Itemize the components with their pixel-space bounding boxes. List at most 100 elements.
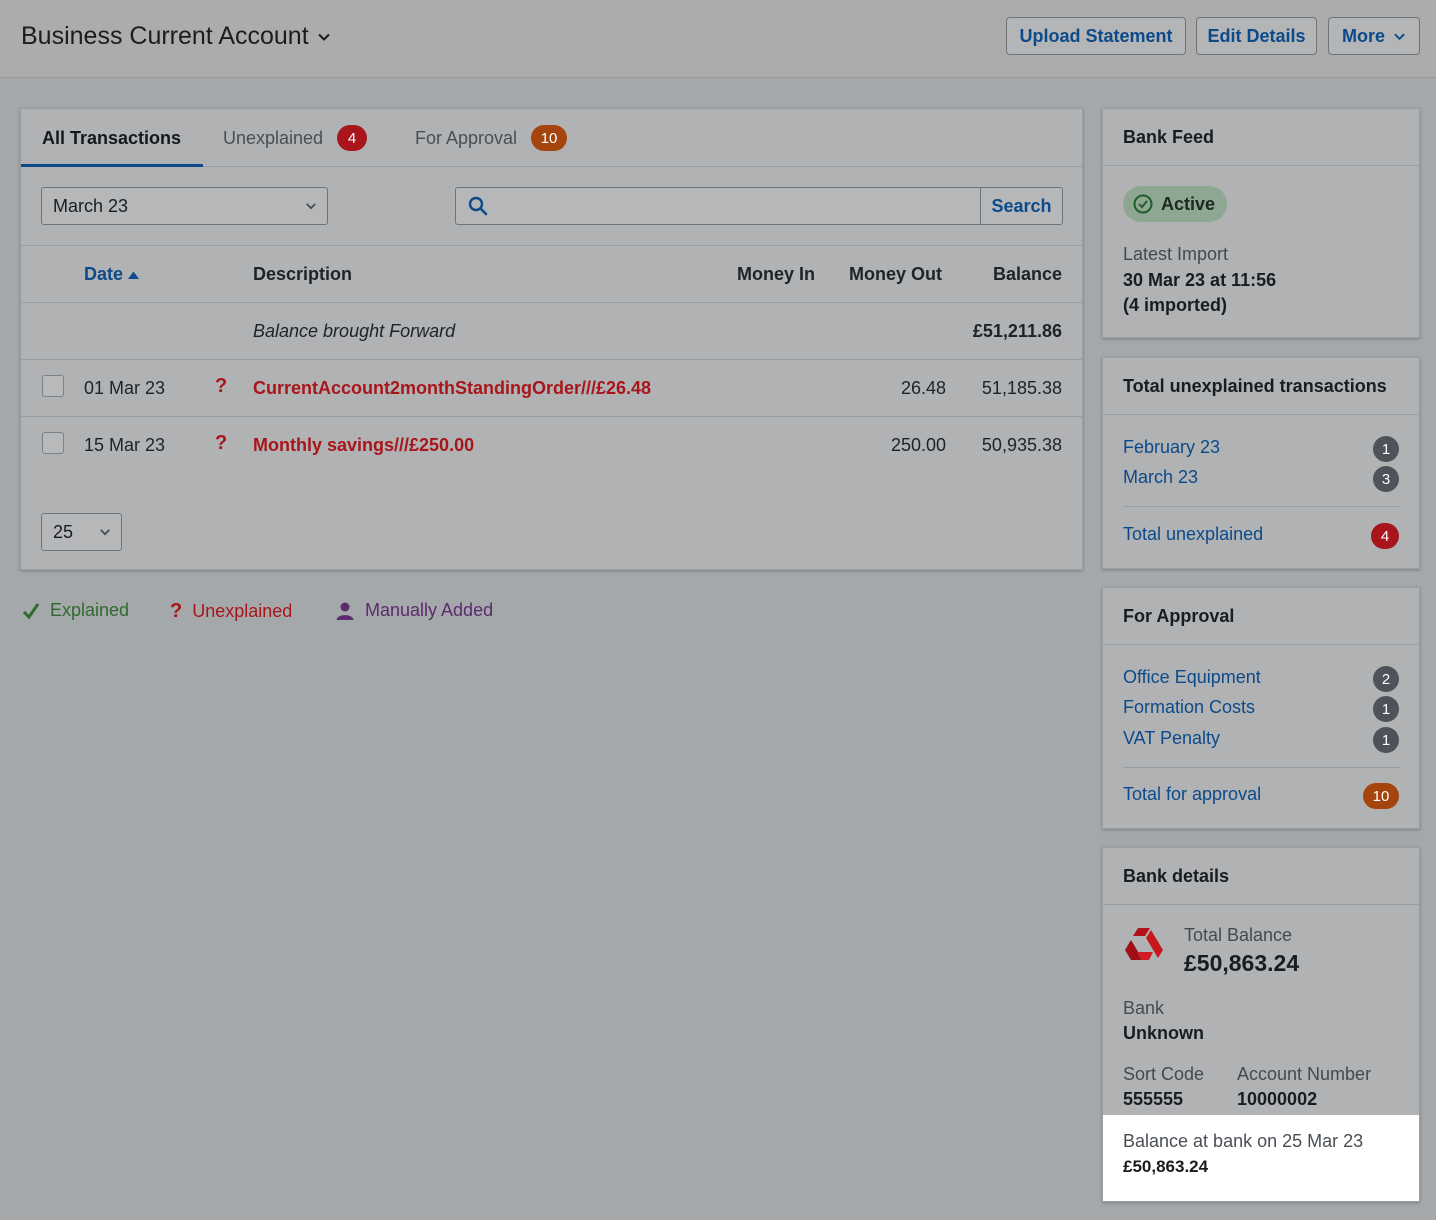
balance-at-bank-section: Balance at bank on 25 Mar 23 £50,863.24 [1103,1115,1419,1201]
balance-brought-forward-value: £51,211.86 [972,321,1062,341]
search-box: Search [455,187,1063,225]
bank-label: Bank [1123,998,1165,1018]
row-balance: 51,185.38 [981,378,1062,398]
total-balance-value: £50,863.24 [1184,950,1300,976]
divider [1103,165,1419,166]
month-select-value: March 23 [53,195,129,216]
divider [21,245,1082,246]
total-for-approval-link[interactable]: Total for approval [1123,784,1261,805]
account-selector[interactable]: Business Current Account [21,22,331,51]
more-button[interactable]: More [1328,17,1420,55]
approval-category-link[interactable]: Office Equipment [1123,667,1261,688]
unexplained-count-badge: 4 [337,125,368,151]
tab-for-approval[interactable]: For Approval 10 [415,109,568,167]
edit-details-button[interactable]: Edit Details [1196,17,1317,55]
search-button[interactable]: Search [980,188,1062,224]
approval-count-badge: 10 [531,125,568,151]
check-icon [22,602,40,619]
approval-category-link[interactable]: VAT Penalty [1123,728,1220,749]
unexplained-panel: Total unexplained transactions February … [1102,357,1420,569]
tab-unexplained[interactable]: Unexplained 4 [223,109,368,167]
legend-unexplained: ? Unexplained [170,600,292,623]
chevron-down-icon [100,529,110,536]
legend-manual-label: Manually Added [365,600,494,620]
divider [1103,904,1419,905]
sort-asc-icon [128,271,140,279]
row-date: 01 Mar 23 [84,378,166,398]
upload-statement-button[interactable]: Upload Statement [1006,17,1186,55]
unexplained-month-link[interactable]: March 23 [1123,467,1198,488]
latest-import-value: 30 Mar 23 at 11:56 [1123,270,1277,290]
status-badge: Active [1123,186,1228,222]
row-description-link[interactable]: CurrentAccount2monthStandingOrder///£26.… [253,378,651,399]
account-title: Business Current Account [21,22,309,50]
question-icon: ? [215,375,228,397]
month-select[interactable]: March 23 [41,187,328,225]
row-description-link[interactable]: Monthly savings///£250.00 [253,435,474,456]
search-icon [468,196,488,216]
divider [1123,506,1401,507]
chevron-down-icon [317,33,330,41]
bank-feed-panel: Bank Feed Active Latest Import 30 Mar 23… [1102,108,1420,338]
bank-value: Unknown [1123,1023,1204,1043]
bank-feed-title: Bank Feed [1123,126,1215,147]
legend-explained-label: Explained [50,600,130,620]
row-money-out: 26.48 [900,378,946,398]
tab-all-label: All Transactions [42,127,182,148]
legend-explained: Explained [22,600,129,621]
transaction-tabs: All Transactions Unexplained 4 For Appro… [21,109,1082,167]
row-money-out: 250.00 [890,435,946,455]
count-badge: 3 [1373,466,1399,492]
date-column-header[interactable]: Date [84,264,140,285]
chevron-down-icon [1394,33,1405,40]
row-checkbox[interactable] [42,375,64,397]
count-badge: 1 [1373,436,1399,462]
upload-statement-label: Upload Statement [1019,25,1173,46]
latest-import-label: Latest Import [1123,244,1229,264]
approval-panel: For Approval Office Equipment 2 Formatio… [1102,587,1420,829]
money-in-column-header: Money In [737,264,816,284]
page-size-select[interactable]: 25 [41,513,122,551]
divider [21,416,1082,417]
tab-approval-label: For Approval [415,127,518,148]
sort-code-value: 555555 [1123,1089,1184,1109]
divider [1103,644,1419,645]
sort-code-label: Sort Code [1123,1064,1205,1084]
unexplained-month-link[interactable]: February 23 [1123,437,1220,458]
page-size-value: 25 [53,521,74,542]
approval-category-link[interactable]: Formation Costs [1123,697,1255,718]
legend-manually-added: Manually Added [335,600,493,621]
more-label: More [1341,25,1385,46]
balance-at-bank-value: £50,863.24 [1123,1157,1209,1176]
date-header-label: Date [84,264,124,284]
money-out-column-header: Money Out [849,264,942,284]
tab-all-transactions[interactable]: All Transactions [42,109,181,167]
bank-details-panel: Bank details Total Balance £50,863.24 Ba… [1102,847,1420,1202]
balance-column-header: Balance [992,264,1062,284]
balance-brought-forward-label: Balance brought Forward [253,321,456,341]
unexplained-panel-title: Total unexplained transactions [1123,375,1387,396]
description-column-header: Description [253,264,353,284]
total-approval-badge: 10 [1363,783,1399,809]
question-icon: ? [215,432,228,454]
search-button-label: Search [991,195,1052,216]
bank-logo-icon [1125,928,1163,960]
check-circle-icon [1133,194,1153,214]
top-bar: Business Current Account Upload Statemen… [0,0,1436,78]
total-unexplained-link[interactable]: Total unexplained [1123,524,1263,545]
total-unexplained-badge: 4 [1371,523,1399,549]
edit-details-label: Edit Details [1207,25,1306,46]
balance-at-bank-label: Balance at bank on 25 Mar 23 [1123,1131,1364,1151]
question-icon: ? [170,600,183,622]
count-badge: 1 [1373,696,1399,722]
approval-panel-title: For Approval [1123,605,1235,626]
row-date: 15 Mar 23 [84,435,166,455]
account-number-label: Account Number [1237,1064,1372,1084]
status-badge-label: Active [1161,193,1216,214]
row-balance: 50,935.38 [981,435,1062,455]
transactions-card: All Transactions Unexplained 4 For Appro… [20,108,1083,570]
account-number-value: 10000002 [1237,1089,1318,1109]
count-badge: 2 [1373,666,1399,692]
row-checkbox[interactable] [42,432,64,454]
search-input[interactable] [500,188,980,224]
